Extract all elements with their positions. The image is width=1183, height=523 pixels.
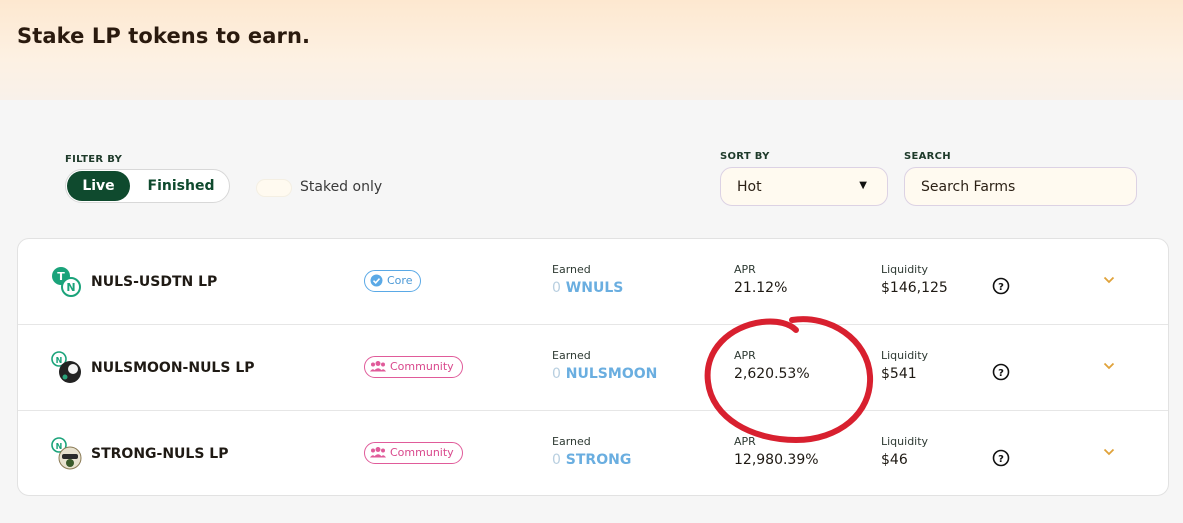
liquidity-value: $46 (881, 452, 908, 468)
search-input[interactable] (904, 167, 1137, 206)
chevron-down-icon[interactable] (1103, 448, 1115, 456)
earned-token: STRONG (565, 452, 632, 468)
farm-pair-name: NULSMOON-NULS LP (91, 360, 255, 376)
badge-label: Community (390, 360, 454, 373)
earned-token: NULSMOON (565, 366, 658, 382)
earned-amount: 0 (552, 280, 561, 296)
page-title: Stake LP tokens to earn. (17, 24, 311, 48)
liquidity-value: $146,125 (881, 280, 948, 296)
verified-check-icon (370, 274, 383, 286)
svg-text:?: ? (998, 454, 1004, 465)
filter-by-label: FILTER BY (65, 154, 123, 165)
farm-pair-name: STRONG-NULS LP (91, 446, 229, 462)
usdtn-nuls-icon: T N (52, 267, 81, 297)
apr-label: APR (734, 435, 756, 448)
svg-text:N: N (56, 356, 63, 365)
community-icon (370, 361, 386, 372)
apr-value: 21.12% (734, 280, 788, 296)
sort-select[interactable]: Hot ▼ (720, 167, 888, 206)
earned-label: Earned (552, 263, 591, 276)
earned-label: Earned (552, 349, 591, 362)
strong-nuls-icon: N (51, 437, 82, 470)
help-icon[interactable]: ? (992, 449, 1010, 467)
chevron-down-icon[interactable] (1103, 362, 1115, 370)
sort-select-value: Hot (737, 179, 762, 195)
staked-only-label: Staked only (300, 179, 383, 195)
caret-down-icon: ▼ (859, 180, 867, 191)
staked-only-switch[interactable] (256, 179, 292, 197)
community-badge: Community (364, 442, 463, 464)
apr-label: APR (734, 349, 756, 362)
svg-text:?: ? (998, 282, 1004, 293)
farm-row[interactable]: N STRONG-NULS LP Community Earned 0 STRO… (18, 411, 1168, 495)
live-finished-toggle: Live Finished (65, 169, 230, 203)
liquidity-label: Liquidity (881, 435, 929, 448)
earned-value: 0 WNULS (552, 280, 623, 296)
badge-label: Core (387, 274, 413, 287)
earned-value: 0 NULSMOON (552, 366, 657, 382)
farm-row[interactable]: N NULSMOON-NULS LP Community Earned 0 NU… (18, 325, 1168, 411)
earned-amount: 0 (552, 452, 561, 468)
community-badge: Community (364, 356, 463, 378)
apr-label: APR (734, 263, 756, 276)
liquidity-label: Liquidity (881, 349, 929, 362)
farm-row[interactable]: T N NULS-USDTN LP Core Earned 0 WNULS AP… (18, 239, 1168, 325)
community-icon (370, 447, 386, 458)
earned-token: WNULS (565, 280, 624, 296)
liquidity-label: Liquidity (881, 263, 929, 276)
earned-amount: 0 (552, 366, 561, 382)
farm-pair-name: NULS-USDTN LP (91, 274, 218, 290)
core-badge: Core (364, 270, 422, 292)
nulsmoon-nuls-icon: N (51, 351, 81, 383)
apr-value: 12,980.39% (734, 452, 819, 468)
finished-tab[interactable]: Finished (136, 171, 226, 201)
svg-text:N: N (66, 281, 75, 294)
svg-text:?: ? (998, 368, 1004, 379)
badge-label: Community (390, 446, 454, 459)
earned-value: 0 STRONG (552, 452, 631, 468)
earned-label: Earned (552, 435, 591, 448)
live-tab[interactable]: Live (67, 171, 130, 201)
help-icon[interactable]: ? (992, 363, 1010, 381)
search-label: SEARCH (904, 151, 951, 162)
liquidity-value: $541 (881, 366, 917, 382)
chevron-down-icon[interactable] (1103, 276, 1115, 284)
page-header: Stake LP tokens to earn. (0, 0, 1183, 100)
help-icon[interactable]: ? (992, 277, 1010, 295)
sort-by-label: SORT BY (720, 151, 770, 162)
apr-value: 2,620.53% (734, 366, 810, 382)
svg-text:N: N (56, 442, 63, 451)
farms-table: T N NULS-USDTN LP Core Earned 0 WNULS AP… (17, 238, 1169, 496)
